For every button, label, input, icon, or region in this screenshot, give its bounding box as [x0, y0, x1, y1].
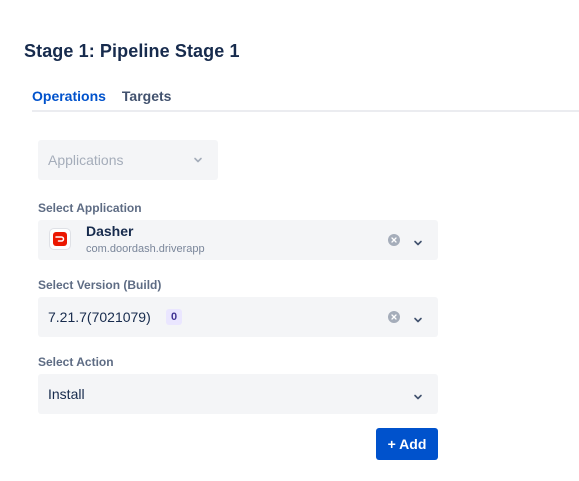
tabs-divider: [32, 110, 579, 112]
chevron-down-icon: [193, 155, 203, 165]
select-action-label: Select Action: [38, 355, 114, 369]
operation-type-placeholder: Applications: [48, 152, 124, 168]
application-select[interactable]: Dasher com.doordash.driverapp: [38, 220, 438, 260]
tab-bar: Operations Targets: [32, 88, 171, 112]
tab-targets[interactable]: Targets: [122, 88, 172, 112]
clear-icon[interactable]: [388, 311, 400, 323]
application-name: Dasher: [86, 223, 134, 239]
operation-type-select[interactable]: Applications: [38, 140, 218, 180]
version-badge: 0: [166, 309, 182, 325]
action-value: Install: [48, 386, 85, 402]
select-version-label: Select Version (Build): [38, 278, 162, 292]
stage-title: Stage 1: Pipeline Stage 1: [24, 41, 240, 61]
clear-icon[interactable]: [388, 234, 400, 246]
chevron-down-icon[interactable]: [413, 389, 423, 400]
chevron-down-icon[interactable]: [413, 312, 423, 323]
tab-operations[interactable]: Operations: [32, 88, 106, 112]
application-package: com.doordash.driverapp: [86, 243, 205, 255]
select-application-label: Select Application: [38, 201, 142, 215]
doordash-app-icon: [49, 228, 71, 250]
add-button[interactable]: + Add: [376, 428, 438, 460]
chevron-down-icon[interactable]: [413, 235, 423, 246]
version-value: 7.21.7(7021079): [48, 309, 151, 325]
version-select[interactable]: 7.21.7(7021079) 0: [38, 297, 438, 337]
action-select[interactable]: Install: [38, 374, 438, 414]
